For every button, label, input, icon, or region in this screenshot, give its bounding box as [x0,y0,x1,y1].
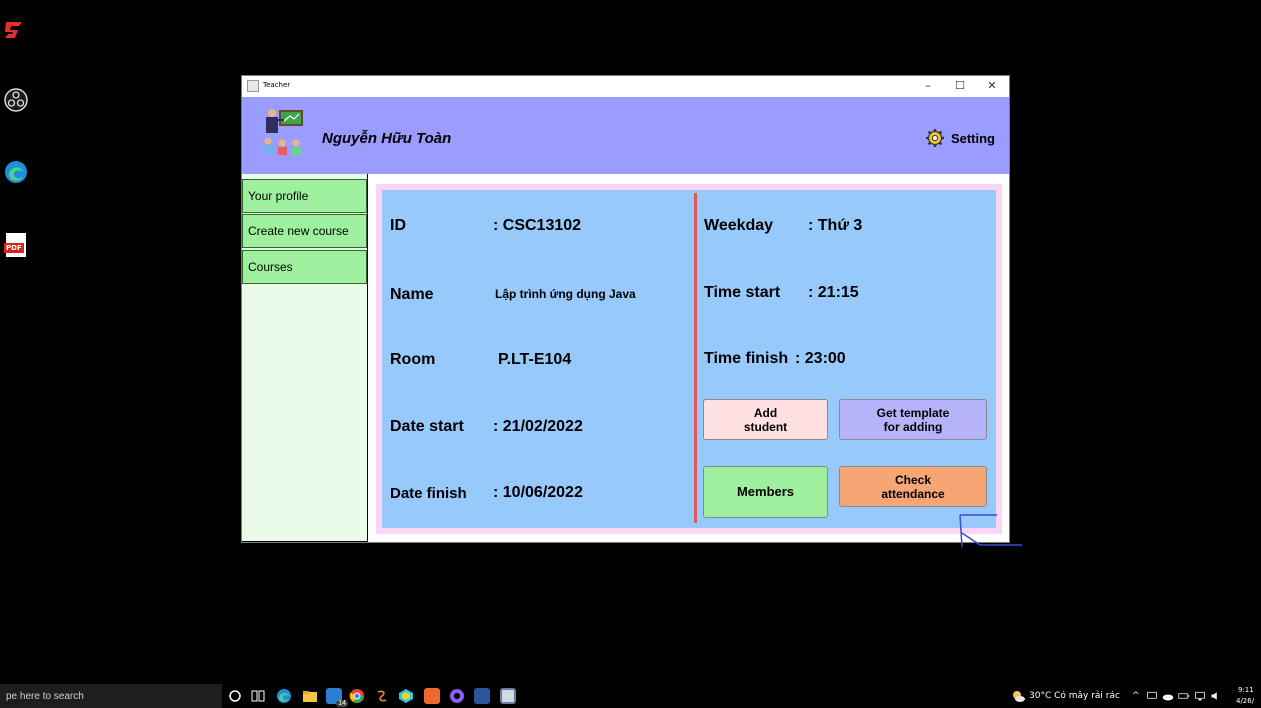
members-button[interactable]: Members [703,466,828,518]
sidebar: Your profile Create new course Courses [242,174,368,542]
mail-badge: 14 [336,700,348,707]
title-bar[interactable]: Teacher – ☐ ✕ [242,76,1009,97]
desktop-icon-obs-studio[interactable]: S Studio [0,88,60,125]
desktop-icon-label: 120433 [4,260,34,268]
chevron-up-icon[interactable]: ^ [1132,691,1140,701]
teacher-window: Teacher – ☐ ✕ Nguyễn Hữu Toàn Setting Yo… [241,75,1010,543]
edge-icon [5,161,27,183]
sidebar-item-courses[interactable]: Courses [242,250,367,284]
wifi-icon[interactable] [1194,690,1206,702]
taskbar-search-input[interactable]: pe here to search [0,684,222,708]
clock-time[interactable]: 9:11 [1238,686,1254,694]
add-student-line1: Add [753,405,778,420]
check-attendance-button[interactable]: Check attendance [839,466,987,507]
pdf-icon: PDF [4,233,26,257]
desktop-icon-label: kingcar... [4,189,41,197]
gear-icon [925,129,944,147]
network-icon[interactable] [1146,690,1158,702]
word-icon[interactable] [474,688,490,704]
pen-annotation [959,514,1022,548]
sidebar-item-your-profile[interactable]: Your profile [242,179,367,213]
desktop-icon-pdf[interactable]: PDF 120433 [0,233,60,268]
battery-icon[interactable] [1178,690,1190,702]
name-value: Lập trình ứng dụng Java [495,287,636,301]
mail-icon[interactable]: 14 [326,688,348,707]
add-student-line2: student [743,419,788,434]
edge-taskbar-icon[interactable] [276,688,292,704]
window-title: Teacher [263,81,291,89]
sidebar-item-label: Courses [248,260,293,274]
java-app-icon [247,80,259,92]
file-explorer-icon[interactable] [302,688,318,704]
weekday-label: Weekday [704,217,774,234]
get-template-line2: for adding [883,419,943,434]
weather-text: 30°C Có mây rải rác [1029,691,1120,701]
check-attendance-line1: Check [894,472,931,487]
cortana-icon[interactable] [227,688,243,704]
sublime-icon[interactable] [374,688,390,704]
date-finish-label: Date finish [390,485,467,502]
sidebar-item-label: Create new course [248,224,349,238]
check-attendance-line2: attendance [881,486,945,501]
time-finish-label: Time finish [704,350,789,367]
date-finish-value: : 10/06/2022 [493,484,583,501]
desktop-icon-edge[interactable]: kingcar... [0,160,60,197]
garena-icon [5,22,22,38]
desktop-icon-label: S Studio [4,117,38,125]
postman-icon[interactable] [424,688,440,704]
pdf-badge: PDF [4,243,24,253]
time-start-value: : 21:15 [808,284,859,301]
task-view-icon[interactable] [250,688,266,704]
name-label: Name [390,286,434,303]
setting-label: Setting [950,130,995,146]
header-bar: Nguyễn Hữu Toàn Setting [242,97,1009,174]
minimize-button[interactable]: – [917,78,939,94]
obs-icon [4,88,28,112]
time-start-label: Time start [704,284,781,301]
onedrive-icon[interactable] [1162,690,1174,702]
teacher-name: Nguyễn Hữu Toàn [322,130,452,147]
id-label: ID [390,217,406,234]
desktop-icon-label: Garena [4,47,33,55]
get-template-line1: Get template [876,405,950,420]
desktop-icon-garena[interactable]: Garena [0,18,60,55]
date-start-label: Date start [390,418,464,435]
members-label: Members [736,484,795,499]
column-divider [694,193,697,523]
java-app-taskbar-icon[interactable] [500,688,516,704]
time-finish-value: : 23:00 [795,350,846,367]
sidebar-item-label: Your profile [248,189,309,203]
add-student-button[interactable]: Add student [703,399,828,440]
clock-date[interactable]: 4/26/ [1236,697,1254,705]
intellij-icon[interactable] [398,688,414,704]
date-start-value: : 21/02/2022 [493,418,583,435]
weekday-value: : Thứ 3 [808,217,863,234]
chrome-icon[interactable] [349,688,365,704]
id-value: : CSC13102 [493,217,582,234]
maximize-button[interactable]: ☐ [949,78,971,94]
setting-button[interactable]: Setting [925,128,995,148]
room-value: P.LT-E104 [498,351,572,368]
teacher-icon [264,109,303,155]
taskbar: pe here to search 14 30°C Có mây rải rác… [0,684,1261,708]
volume-icon[interactable] [1210,690,1222,702]
room-label: Room [390,351,436,368]
weather-icon [1013,691,1025,702]
sidebar-item-create-new-course[interactable]: Create new course [242,214,367,248]
github-icon[interactable] [449,688,465,704]
close-button[interactable]: ✕ [981,78,1003,94]
get-template-button[interactable]: Get template for adding [839,399,987,440]
